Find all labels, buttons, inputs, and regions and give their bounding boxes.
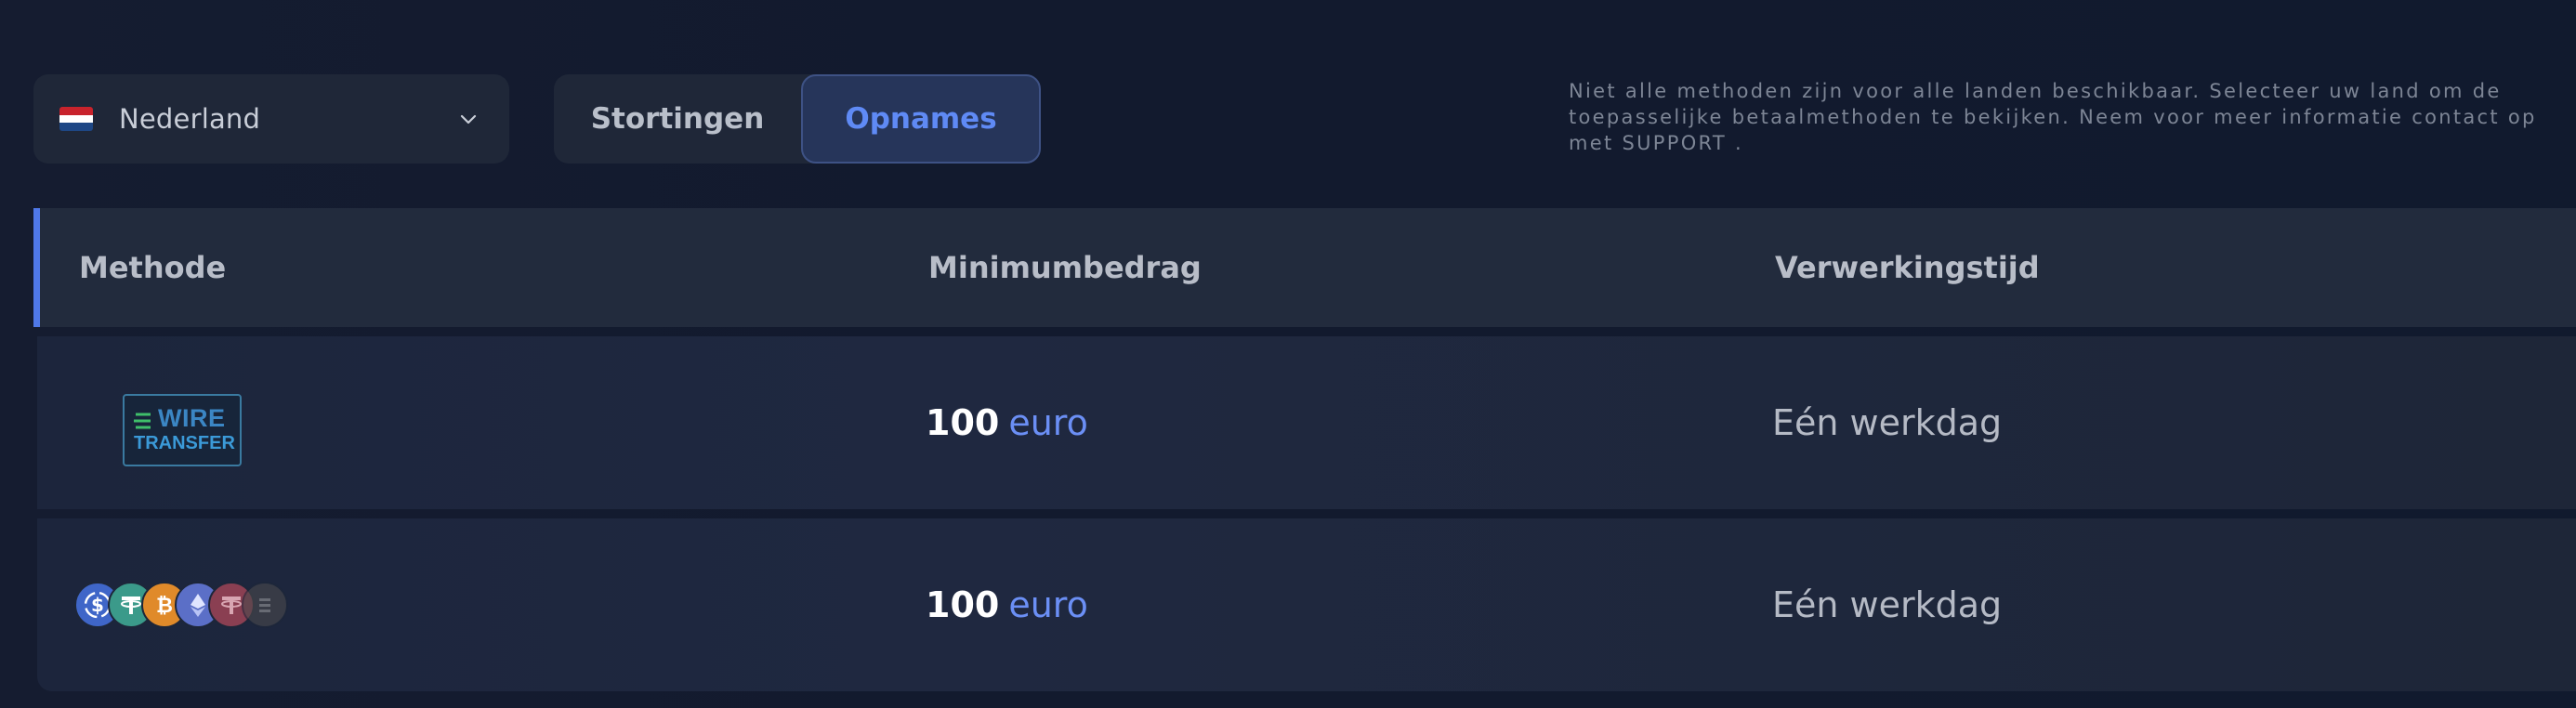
wire-transfer-logo: WIRE TRANSFER <box>123 394 242 466</box>
svg-text:$: $ <box>91 594 104 616</box>
header-method: Methode <box>79 250 227 285</box>
info-line-2: toepasselijke betaalmethoden te bekijken… <box>1569 106 2537 128</box>
info-line-1: Niet alle methoden zijn voor alle landen… <box>1569 80 2502 102</box>
table-header: Methode Minimumbedrag Verwerkingstijd <box>33 208 2576 327</box>
svg-text:₿: ₿ <box>156 595 173 618</box>
min-amount-cell: 100 euro <box>926 518 1088 691</box>
table-row: 100 euro Eén werkdag <box>37 518 2576 691</box>
header-processing-time: Verwerkingstijd <box>1775 250 2040 285</box>
min-amount-cell: 100 euro <box>926 336 1088 509</box>
table-row: 100 euro Eén werkdag <box>37 336 2576 509</box>
wire-logo-line1: WIRE <box>158 404 226 432</box>
amount-value: 100 <box>926 402 1000 443</box>
wire-logo-line2: TRANSFER <box>134 433 235 453</box>
amount-unit: euro <box>1008 402 1088 443</box>
crypto-icons: $ ₿ <box>74 582 288 628</box>
amount-value: 100 <box>926 584 1000 625</box>
coin-icon <box>242 582 288 628</box>
netherlands-flag-icon <box>59 107 93 131</box>
info-line-3: met SUPPORT . <box>1569 132 1743 154</box>
country-select[interactable]: Nederland <box>33 74 509 164</box>
tab-opnames[interactable]: Opnames <box>801 74 1041 164</box>
info-text: Niet alle methoden zijn voor alle landen… <box>1569 78 2572 156</box>
processing-time-cell: Eén werkdag <box>1772 584 2003 625</box>
country-label: Nederland <box>119 103 261 135</box>
payment-methods-table: Methode Minimumbedrag Verwerkingstijd 10… <box>33 208 2576 695</box>
deposit-withdraw-tabs: Stortingen Opnames <box>554 74 1041 164</box>
tab-stortingen[interactable]: Stortingen <box>554 74 801 164</box>
amount-unit: euro <box>1008 584 1088 625</box>
chevron-down-icon <box>460 114 477 125</box>
processing-time-cell: Eén werkdag <box>1772 402 2003 443</box>
header-min-amount: Minimumbedrag <box>928 250 1202 285</box>
